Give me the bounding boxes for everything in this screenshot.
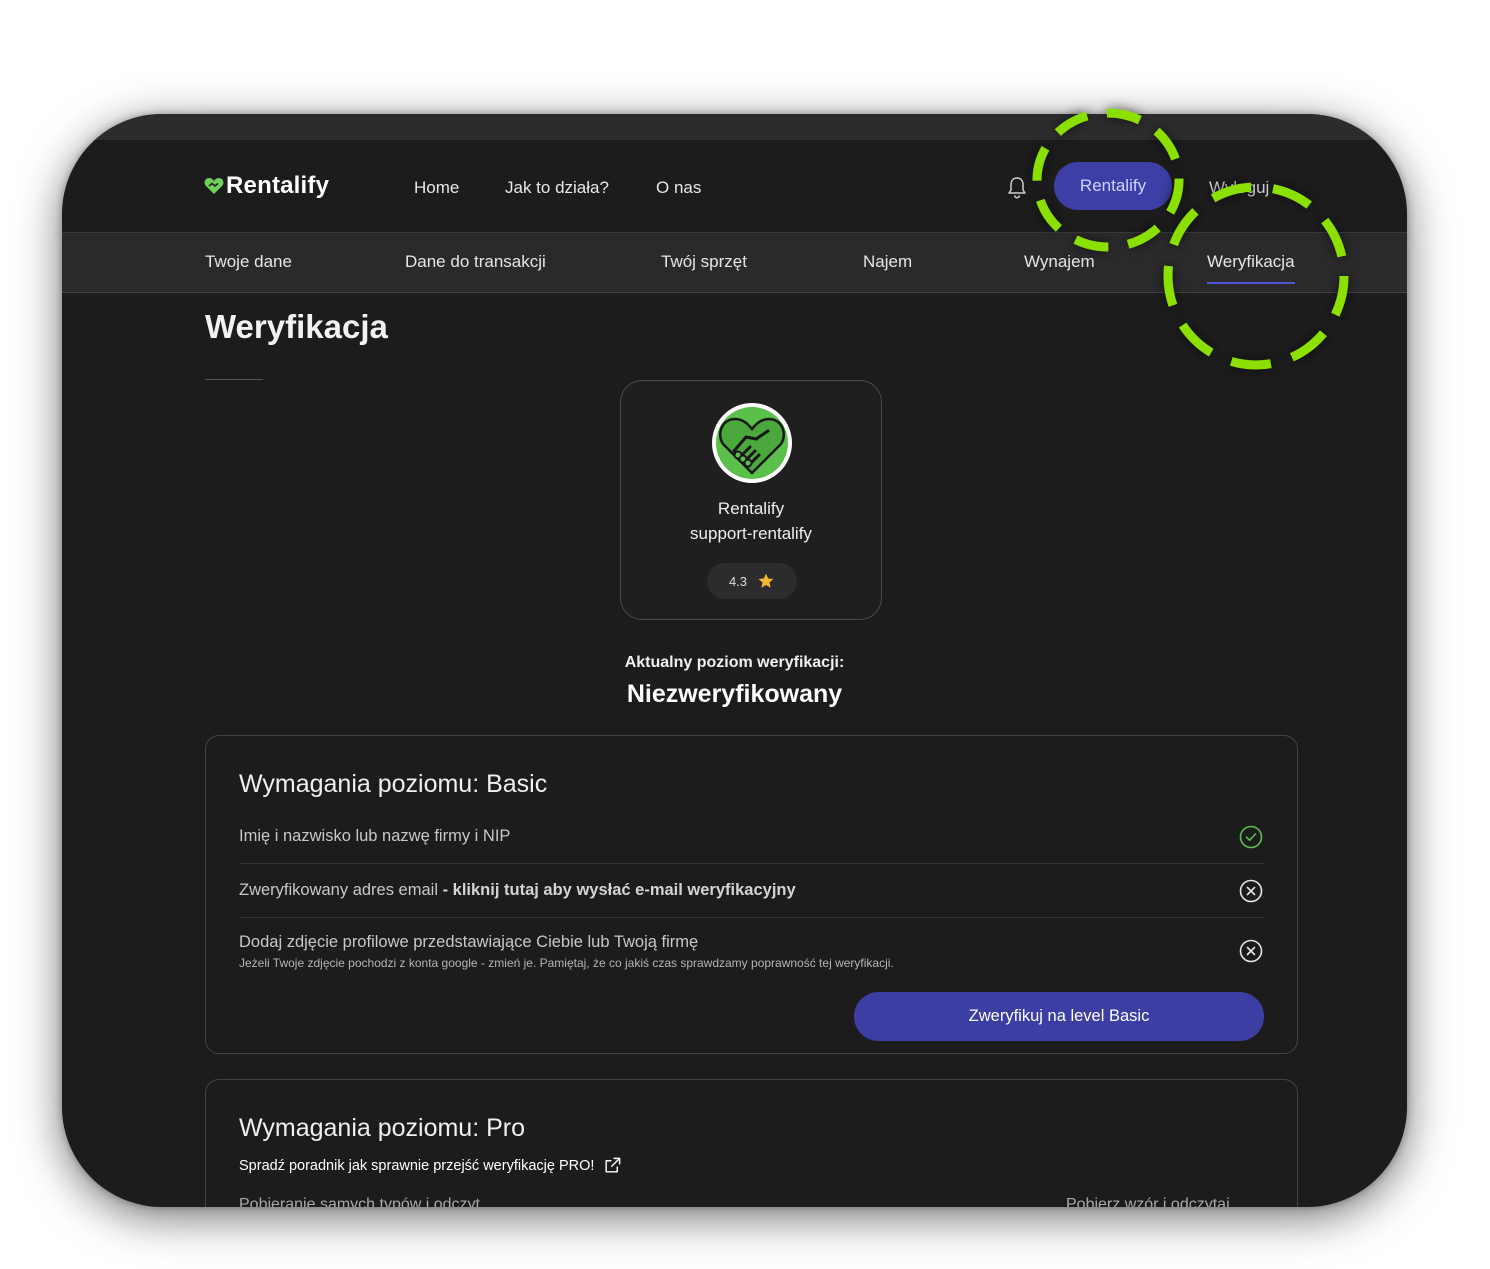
- x-circle-icon: [1239, 879, 1263, 903]
- requirement-row: Zweryfikowany adres email - kliknij tuta…: [239, 864, 1265, 918]
- external-link-icon: [605, 1157, 621, 1173]
- profile-name: Rentalify: [717, 499, 785, 518]
- requirement-row: Dodaj zdjęcie profilowe przedstawiające …: [239, 918, 1265, 982]
- logout-link[interactable]: Wyloguj: [1209, 178, 1269, 198]
- profile-card: Rentalify support-rentalify 4.3: [620, 380, 882, 620]
- requirement-note: Jeżeli Twoje zdjęcie pochodzi z konta go…: [239, 956, 894, 970]
- rating-badge: 4.3: [707, 563, 797, 599]
- profile-username: support-rentalify: [690, 524, 812, 543]
- requirement-row: Imię i nazwisko lub nazwę firmy i NIP: [239, 819, 1265, 864]
- pro-requirement-cut-right: Pobierz wzór i odczytaj...: [1066, 1196, 1243, 1207]
- tab-rent-out[interactable]: Wynajem: [1024, 252, 1095, 272]
- pro-requirement-cut: Pobieranie samych typów i odczyt...: [239, 1196, 494, 1207]
- logo-text: Rentalify: [226, 172, 330, 199]
- check-circle-icon: [1239, 825, 1263, 849]
- nav-home[interactable]: Home: [414, 178, 459, 198]
- user-menu-button[interactable]: Rentalify: [1054, 162, 1172, 210]
- rating-value: 4.3: [728, 573, 748, 589]
- pro-panel-title: Wymagania poziomu: Pro: [239, 1114, 526, 1142]
- handshake-avatar-icon: [712, 403, 792, 483]
- x-circle-icon: [1239, 939, 1263, 963]
- verify-basic-button[interactable]: Zweryfikuj na level Basic: [854, 992, 1264, 1041]
- nav-about[interactable]: O nas: [656, 178, 701, 198]
- star-icon: [758, 573, 774, 588]
- send-verification-email-link[interactable]: - kliknij tutaj aby wysłać e-mail weryfi…: [443, 881, 796, 899]
- requirement-text: Imię i nazwisko lub nazwę firmy i NIP: [239, 827, 511, 845]
- pro-guide-link[interactable]: Spradź poradnik jak sprawnie przejść wer…: [239, 1156, 622, 1175]
- requirement-text: Dodaj zdjęcie profilowe przedstawiające …: [239, 933, 699, 951]
- bell-icon[interactable]: [1006, 176, 1028, 200]
- tab-your-data[interactable]: Twoje dane: [205, 252, 292, 272]
- basic-requirements-panel: Wymagania poziomu: Basic Imię i nazwisko…: [205, 735, 1298, 1054]
- verification-level-value: Niezweryfikowany: [626, 680, 843, 708]
- tab-rent[interactable]: Najem: [863, 252, 912, 272]
- account-subnav: Twoje dane Dane do transakcji Twój sprzę…: [62, 232, 1407, 293]
- tab-your-equipment[interactable]: Twój sprzęt: [661, 252, 747, 272]
- browser-top-strip: [62, 114, 1407, 141]
- verification-level-label: Aktualny poziom weryfikacji:: [624, 654, 845, 671]
- nav-how-it-works[interactable]: Jak to działa?: [505, 178, 609, 198]
- basic-panel-title: Wymagania poziomu: Basic: [239, 770, 548, 798]
- title-divider: [205, 379, 263, 380]
- app-window: Rentalify Home Jak to działa? O nas Rent…: [62, 114, 1407, 1207]
- page-title: Weryfikacja: [205, 308, 388, 345]
- heart-logo-icon: [204, 178, 224, 194]
- requirement-email-text: Zweryfikowany adres email: [239, 881, 438, 899]
- tab-verification[interactable]: Weryfikacja: [1207, 252, 1295, 284]
- pro-requirements-panel: Wymagania poziomu: Pro Spradź poradnik j…: [205, 1079, 1298, 1207]
- pro-guide-link-text: Spradź poradnik jak sprawnie przejść wer…: [239, 1157, 595, 1174]
- tab-transaction-data[interactable]: Dane do transakcji: [405, 252, 546, 272]
- requirement-text: Zweryfikowany adres email - kliknij tuta…: [239, 881, 796, 900]
- logo[interactable]: Rentalify: [204, 172, 329, 200]
